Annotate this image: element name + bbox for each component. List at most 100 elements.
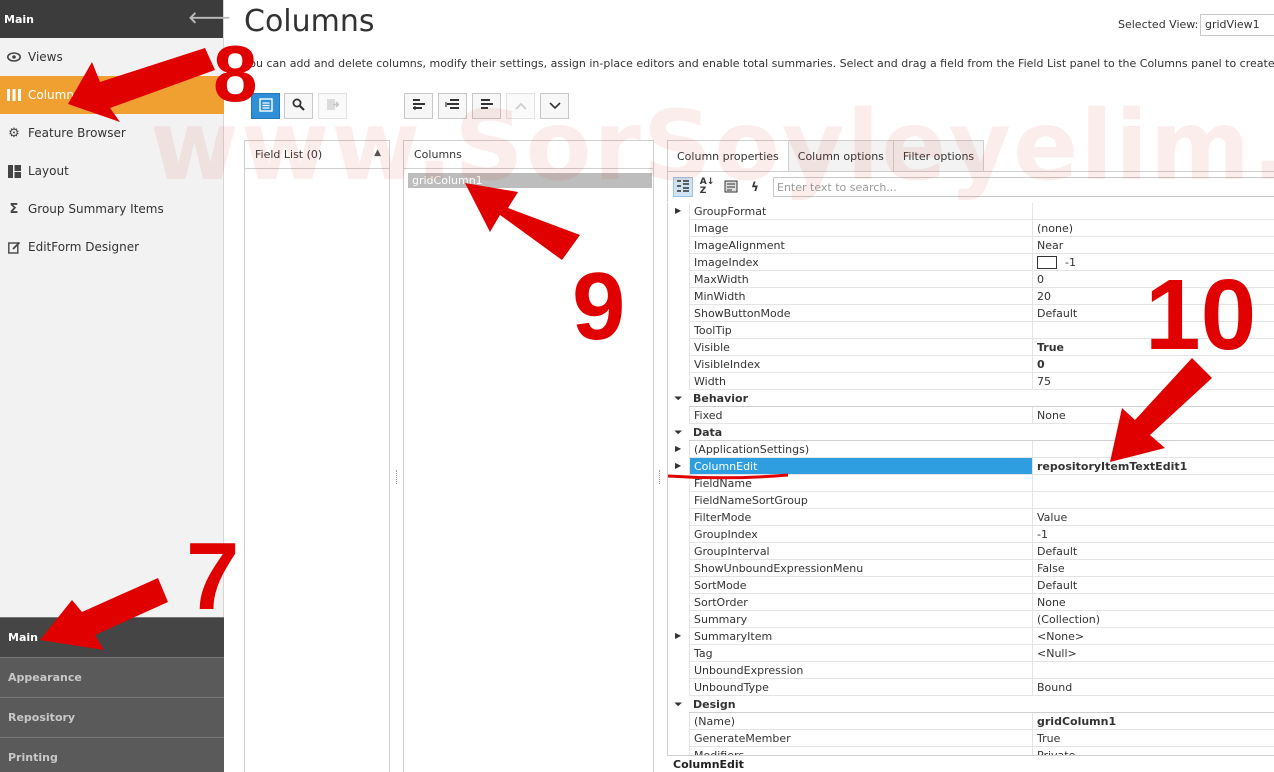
- property-value[interactable]: [1032, 475, 1274, 492]
- property-name[interactable]: Modifiers: [689, 747, 1032, 755]
- property-row[interactable]: ModifiersPrivate: [668, 747, 1274, 755]
- sidebar-item-columns[interactable]: Columns: [0, 76, 224, 114]
- property-value[interactable]: Value: [1032, 509, 1274, 526]
- property-row[interactable]: ▶ ColumnEdit repositoryItemTextEdit1: [668, 458, 1274, 475]
- property-pages-button[interactable]: [721, 177, 741, 197]
- sidebar-item-views[interactable]: Views: [0, 38, 224, 76]
- property-value[interactable]: <Null>: [1032, 645, 1274, 662]
- search-button[interactable]: [284, 93, 313, 119]
- property-name[interactable]: Data: [689, 424, 1274, 441]
- sidebar-item-feature-browser[interactable]: ⚙ Feature Browser: [0, 114, 224, 152]
- property-value[interactable]: [1032, 203, 1274, 220]
- property-name[interactable]: GroupIndex: [689, 526, 1032, 543]
- property-row[interactable]: ImageIndex -1: [668, 254, 1274, 271]
- property-row[interactable]: GroupInterval Default: [668, 543, 1274, 560]
- property-name[interactable]: FilterMode: [689, 509, 1032, 526]
- property-value[interactable]: Default: [1032, 577, 1274, 594]
- property-name[interactable]: Fixed: [689, 407, 1032, 424]
- property-name[interactable]: (ApplicationSettings): [689, 441, 1032, 458]
- property-name[interactable]: (Name): [689, 713, 1032, 730]
- property-name[interactable]: ImageIndex: [689, 254, 1032, 271]
- group-main[interactable]: Main: [0, 617, 224, 657]
- property-value[interactable]: Default: [1032, 305, 1274, 322]
- property-value[interactable]: -1: [1032, 526, 1274, 543]
- property-row[interactable]: VisibleIndex 0: [668, 356, 1274, 373]
- property-value[interactable]: Bound: [1032, 679, 1274, 696]
- property-name[interactable]: Behavior: [689, 390, 1274, 407]
- property-name[interactable]: Summary: [689, 611, 1032, 628]
- property-name[interactable]: GenerateMember: [689, 730, 1032, 747]
- property-value[interactable]: [1032, 492, 1274, 509]
- property-row[interactable]: UnboundExpression: [668, 662, 1274, 679]
- events-button[interactable]: ϟ: [745, 177, 765, 197]
- property-name[interactable]: UnboundType: [689, 679, 1032, 696]
- property-value[interactable]: 0: [1032, 356, 1274, 373]
- property-row[interactable]: SortMode Default: [668, 577, 1274, 594]
- sidebar-item-group-summary-items[interactable]: Σ Group Summary Items: [0, 190, 224, 228]
- property-value[interactable]: True: [1032, 339, 1274, 356]
- move-up-button[interactable]: [506, 93, 535, 119]
- splitter-handle[interactable]: [659, 470, 661, 484]
- property-value[interactable]: True: [1032, 730, 1274, 747]
- property-value[interactable]: -1: [1032, 254, 1274, 271]
- property-value[interactable]: Default: [1032, 543, 1274, 560]
- property-name[interactable]: ShowUnboundExpressionMenu: [689, 560, 1032, 577]
- group-repository[interactable]: Repository: [0, 697, 224, 737]
- property-name[interactable]: VisibleIndex: [689, 356, 1032, 373]
- property-category-row[interactable]: ◢ Behavior: [668, 390, 1274, 407]
- property-name[interactable]: FieldName: [689, 475, 1032, 492]
- property-name[interactable]: Visible: [689, 339, 1032, 356]
- property-row[interactable]: GenerateMember True: [668, 730, 1274, 747]
- property-name[interactable]: GroupFormat: [689, 203, 1032, 220]
- property-row[interactable]: FilterMode Value: [668, 509, 1274, 526]
- property-name[interactable]: Width: [689, 373, 1032, 390]
- property-name[interactable]: Design: [689, 696, 1274, 713]
- tab-column-options[interactable]: Column options: [787, 140, 894, 172]
- add-column-button[interactable]: [404, 93, 433, 119]
- property-row[interactable]: MaxWidth 0: [668, 271, 1274, 288]
- property-row[interactable]: FieldNameSortGroup: [668, 492, 1274, 509]
- sidebar-item-layout[interactable]: Layout: [0, 152, 224, 190]
- property-row[interactable]: Visible True: [668, 339, 1274, 356]
- expand-row-icon[interactable]: ▶: [675, 206, 685, 216]
- column-list-item[interactable]: gridColumn1: [408, 173, 652, 188]
- sidebar-item-editform-designer[interactable]: EditForm Designer: [0, 228, 224, 266]
- property-row[interactable]: Image (none): [668, 220, 1274, 237]
- property-row[interactable]: ▶ (ApplicationSettings): [668, 441, 1274, 458]
- property-row[interactable]: SortOrder None: [668, 594, 1274, 611]
- property-name[interactable]: ShowButtonMode: [689, 305, 1032, 322]
- retrieve-fields-button[interactable]: [318, 93, 347, 119]
- property-name[interactable]: SortMode: [689, 577, 1032, 594]
- show-field-list-button[interactable]: [251, 93, 280, 119]
- property-name[interactable]: ToolTip: [689, 322, 1032, 339]
- property-name[interactable]: SortOrder: [689, 594, 1032, 611]
- property-value[interactable]: False: [1032, 560, 1274, 577]
- property-row[interactable]: ImageAlignment Near: [668, 237, 1274, 254]
- collapse-category-icon[interactable]: ◢: [673, 425, 687, 439]
- property-row[interactable]: GroupIndex -1: [668, 526, 1274, 543]
- property-value[interactable]: (none): [1032, 220, 1274, 237]
- property-row[interactable]: FieldName: [668, 475, 1274, 492]
- selected-view-dropdown[interactable]: gridView1: [1200, 14, 1274, 36]
- group-printing[interactable]: Printing: [0, 737, 224, 772]
- property-name[interactable]: UnboundExpression: [689, 662, 1032, 679]
- property-category-row[interactable]: ◢ Data: [668, 424, 1274, 441]
- property-value[interactable]: None: [1032, 407, 1274, 424]
- alphabetical-button[interactable]: A↓ Z: [697, 177, 717, 197]
- property-value[interactable]: gridColumn1: [1032, 713, 1274, 730]
- property-row[interactable]: ▶ SummaryItem <None>: [668, 628, 1274, 645]
- property-row[interactable]: Fixed None: [668, 407, 1274, 424]
- property-value[interactable]: None: [1032, 594, 1274, 611]
- property-name[interactable]: GroupInterval: [689, 543, 1032, 560]
- group-appearance[interactable]: Appearance: [0, 657, 224, 697]
- back-arrow-icon[interactable]: 🡐: [188, 9, 231, 27]
- property-value[interactable]: Near: [1032, 237, 1274, 254]
- property-value[interactable]: repositoryItemTextEdit1: [1032, 458, 1274, 475]
- property-row[interactable]: Summary (Collection): [668, 611, 1274, 628]
- property-name[interactable]: FieldNameSortGroup: [689, 492, 1032, 509]
- collapse-category-icon[interactable]: ◢: [673, 697, 687, 711]
- expand-row-icon[interactable]: ▶: [675, 631, 685, 641]
- property-value[interactable]: 20: [1032, 288, 1274, 305]
- collapse-category-icon[interactable]: ◢: [673, 391, 687, 405]
- expand-row-icon[interactable]: ▶: [675, 461, 685, 471]
